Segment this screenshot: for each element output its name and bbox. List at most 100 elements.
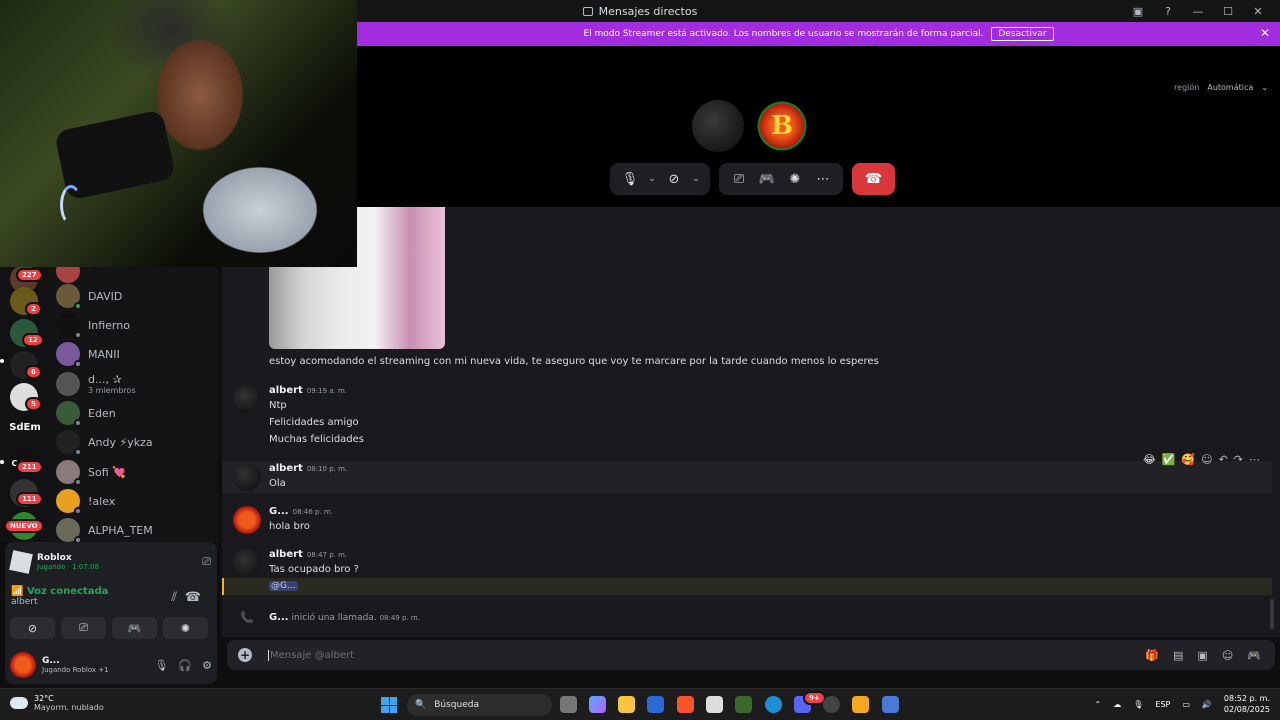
dm-item[interactable]: Infierno <box>56 311 216 339</box>
file-explorer-icon[interactable] <box>618 696 635 713</box>
chevron-down-icon[interactable]: ⌄ <box>646 167 658 191</box>
system-tray: ⌃ ☁ 🎙 ESP ▭ 🔊 08:52 p. m. 02/08/2025 <box>1095 693 1270 715</box>
message-avatar[interactable] <box>233 385 261 413</box>
user-mention[interactable]: @G... <box>269 581 298 591</box>
user-panel: Roblox Jugando · 1:07:08 ⎚ 📶 Voz conecta… <box>5 542 217 684</box>
message-avatar[interactable] <box>233 463 261 491</box>
app-icon[interactable] <box>735 696 752 713</box>
dm-item[interactable]: Andy ⚡ykza <box>56 428 216 456</box>
taskbar-search[interactable]: 🔍 Búsqueda <box>407 694 552 716</box>
brave-icon[interactable] <box>677 696 694 713</box>
gamepad-icon[interactable]: 🎮 <box>755 167 779 191</box>
emoji-reaction-laugh-icon[interactable]: 😂 <box>1143 453 1156 466</box>
headphones-icon[interactable]: 🎧 <box>178 659 192 672</box>
status-indicator <box>74 419 82 427</box>
obs-icon[interactable] <box>823 696 840 713</box>
app-launcher-icon[interactable]: 🎮 <box>1247 649 1261 662</box>
soundboard-icon[interactable]: ✺ <box>783 167 807 191</box>
minimize-button[interactable]: — <box>1190 3 1206 19</box>
edge-icon[interactable] <box>765 696 782 713</box>
task-view-icon[interactable] <box>560 696 577 713</box>
weather-widget[interactable]: 32°C Mayorm. nublado <box>10 694 104 712</box>
start-button[interactable] <box>381 697 397 713</box>
dm-item[interactable]: DAVID <box>56 282 216 310</box>
app-icon[interactable] <box>852 696 869 713</box>
dm-item-group[interactable]: d..., ✰ 3 miembros <box>56 370 216 398</box>
maximize-button[interactable]: ☐ <box>1220 3 1236 19</box>
status-indicator <box>74 331 82 339</box>
close-icon[interactable]: ✕ <box>1260 26 1270 40</box>
soundboard-button[interactable]: ✺ <box>163 617 208 639</box>
unread-indicator <box>0 460 4 464</box>
message-avatar[interactable] <box>233 549 261 577</box>
emoji-icon[interactable]: ☺ <box>1222 649 1233 662</box>
call-avatar-self[interactable]: B <box>756 100 808 152</box>
hovered-message-row[interactable] <box>222 461 1272 493</box>
chevron-down-icon[interactable]: ⌄ <box>690 167 702 191</box>
camera-button[interactable]: ⊘ <box>10 617 55 639</box>
help-icon[interactable]: ? <box>1160 3 1176 19</box>
language-indicator[interactable]: ESP <box>1155 700 1170 709</box>
message-header: albert 08:47 p. m. <box>269 549 347 560</box>
clock[interactable]: 08:52 p. m. 02/08/2025 <box>1224 693 1270 715</box>
call-avatar-albert[interactable] <box>692 100 744 152</box>
more-options-icon[interactable]: ⋯ <box>1249 453 1260 466</box>
emoji-reaction-love-icon[interactable]: 🥰 <box>1181 453 1195 466</box>
deactivate-button[interactable]: Desactivar <box>991 27 1054 41</box>
activity-button[interactable]: 🎮 <box>112 617 157 639</box>
app-icon[interactable] <box>882 696 899 713</box>
server-badge: 211 <box>16 460 43 474</box>
copilot-icon[interactable] <box>589 696 606 713</box>
screen-share-icon[interactable]: ⎚ <box>727 167 751 191</box>
message-hover-toolbar: 😂 ✅ 🥰 ☺ ↶ ↷ ⋯ <box>1143 453 1260 466</box>
app-icon[interactable] <box>706 696 723 713</box>
voice-connected-status[interactable]: 📶 Voz conectada albert ⫽ ☎ <box>11 586 211 607</box>
message-author[interactable]: albert <box>269 463 303 474</box>
scrollbar[interactable] <box>1270 599 1274 629</box>
message-author[interactable]: albert <box>269 385 303 396</box>
screen-share-button[interactable]: ⎚ <box>61 617 106 639</box>
user-status-text: Jugando Roblox <box>42 666 97 674</box>
server-icon-sdem[interactable]: SdEm <box>9 413 41 441</box>
noise-suppression-icon[interactable]: ⫽ <box>171 590 177 605</box>
call-author[interactable]: G... <box>269 612 289 623</box>
activity-group: ⎚ 🎮 ✺ ⋯ <box>719 163 843 195</box>
network-icon[interactable]: ▭ <box>1182 700 1190 709</box>
message-author[interactable]: G... <box>269 506 289 517</box>
close-window-button[interactable]: ✕ <box>1250 3 1266 19</box>
cloud-tray-icon[interactable]: ☁ <box>1113 700 1121 709</box>
gif-icon[interactable]: ▤ <box>1173 649 1183 662</box>
message-input[interactable]: Mensaje @albert <box>268 649 354 661</box>
dm-item[interactable]: !alex <box>56 487 216 515</box>
reply-icon[interactable]: ↶ <box>1219 453 1228 466</box>
add-reaction-icon[interactable]: ☺ <box>1201 453 1212 466</box>
hang-up-button[interactable]: ☎ <box>852 163 895 195</box>
chevron-up-icon[interactable]: ⌃ <box>1095 700 1102 709</box>
message-avatar[interactable] <box>233 506 261 534</box>
gift-icon[interactable]: 🎁 <box>1145 649 1159 662</box>
microphone-icon[interactable]: 🎙 <box>618 167 642 191</box>
forward-icon[interactable]: ↷ <box>1234 453 1243 466</box>
settings-icon[interactable]: ⚙ <box>202 659 212 672</box>
screen-share-icon[interactable]: ⎚ <box>202 555 211 569</box>
sticker-icon[interactable]: ▣ <box>1197 649 1207 662</box>
more-options-icon[interactable]: ⋯ <box>811 167 835 191</box>
volume-icon[interactable]: 🔊 <box>1202 700 1212 709</box>
message-author[interactable]: albert <box>269 549 303 560</box>
activity-status[interactable]: Roblox Jugando · 1:07:08 ⎚ <box>9 549 211 575</box>
disconnect-icon[interactable]: ☎ <box>185 590 201 605</box>
dm-item[interactable]: Sofi 💘 <box>56 458 216 486</box>
microphone-icon[interactable]: 🎙 <box>1133 700 1143 709</box>
store-icon[interactable] <box>647 696 664 713</box>
add-attachment-icon[interactable]: + <box>238 648 252 662</box>
microphone-icon[interactable]: 🎙 <box>154 659 168 672</box>
user-avatar[interactable] <box>10 652 36 678</box>
inbox-button-icon[interactable]: ▣ <box>1130 3 1146 19</box>
camera-off-icon[interactable]: ⊘ <box>662 167 686 191</box>
dm-item[interactable]: ALPHA_TEM <box>56 516 216 544</box>
chevron-down-icon: ⌄ <box>1261 83 1268 92</box>
emoji-reaction-check-icon[interactable]: ✅ <box>1162 453 1176 466</box>
region-selector[interactable]: región Automática ⌄ <box>1174 83 1268 92</box>
dm-item[interactable]: MANII <box>56 340 216 368</box>
dm-item[interactable]: Eden <box>56 399 216 427</box>
